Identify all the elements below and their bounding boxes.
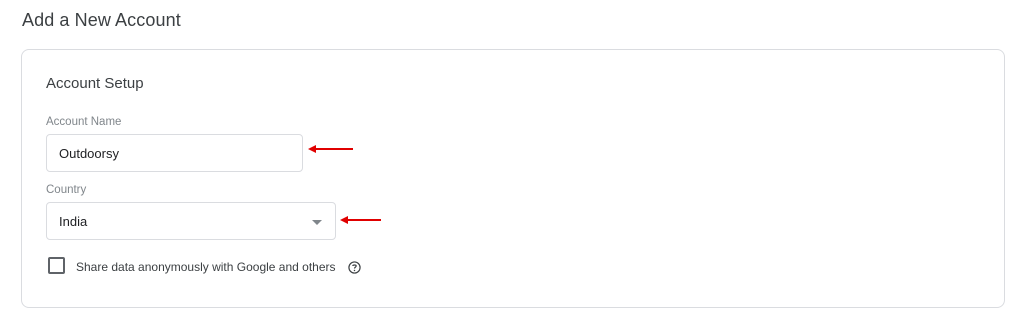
account-name-value: Outdoorsy — [59, 146, 119, 161]
red-arrow-left-icon — [340, 216, 381, 224]
share-data-label: Share data anonymously with Google and o… — [76, 260, 336, 274]
page-title: Add a New Account — [22, 10, 181, 30]
account-setup-card: Account Setup Account Name Outdoorsy Cou… — [21, 49, 1005, 308]
country-label: Country — [46, 184, 87, 196]
account-name-field[interactable]: Outdoorsy — [46, 134, 303, 172]
account-name-label: Account Name — [46, 116, 122, 128]
share-data-checkbox[interactable] — [48, 257, 65, 274]
help-circle-icon[interactable] — [348, 261, 361, 274]
red-arrow-left-icon — [308, 145, 353, 153]
caret-down-icon — [312, 220, 322, 225]
section-title: Account Setup — [46, 75, 144, 92]
country-selected-value: India — [59, 214, 88, 229]
country-select[interactable]: India — [46, 202, 336, 240]
